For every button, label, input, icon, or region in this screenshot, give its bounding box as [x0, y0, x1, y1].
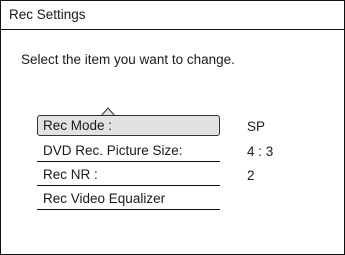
menu-item-label: DVD Rec. Picture Size: — [43, 143, 183, 158]
instruction-text: Select the item you want to change. — [21, 52, 235, 67]
menu-item-rec-mode[interactable]: Rec Mode : — [37, 115, 220, 136]
picture-size-value: 4 : 3 — [247, 144, 274, 159]
menu-item-rec-video-equalizer[interactable]: Rec Video Equalizer — [37, 188, 220, 209]
screen-title: Rec Settings — [9, 7, 86, 22]
rec-mode-value: SP — [247, 119, 266, 134]
menu-item-label: Rec Mode : — [43, 118, 113, 133]
menu-item-label: Rec Video Equalizer — [43, 191, 166, 206]
menu-item-rec-nr[interactable]: Rec NR : — [37, 164, 220, 185]
menu-item-label: Rec NR : — [43, 167, 98, 182]
menu-item-dvd-rec-picture-size[interactable]: DVD Rec. Picture Size: — [37, 140, 220, 161]
menu-divider — [37, 209, 220, 210]
menu-divider — [37, 161, 220, 162]
menu-divider — [37, 185, 220, 186]
title-bar: Rec Settings — [1, 1, 344, 30]
rec-nr-value: 2 — [247, 168, 255, 183]
rec-settings-screen: Rec Settings Select the item you want to… — [0, 0, 345, 255]
